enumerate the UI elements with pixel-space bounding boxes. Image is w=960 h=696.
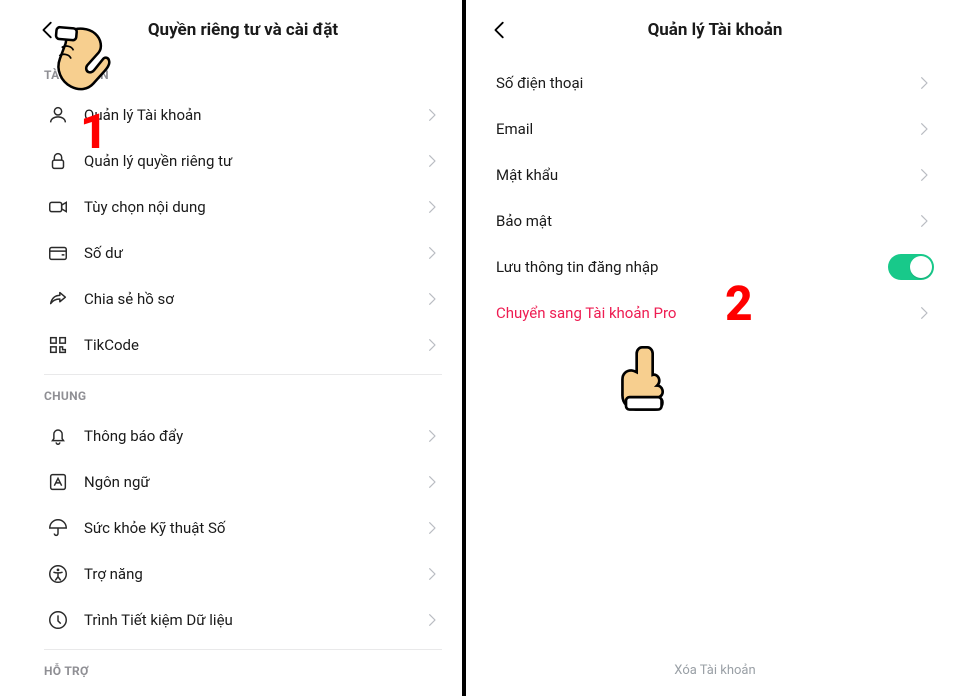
row-label: Số dư xyxy=(84,244,424,262)
section-header-general: CHUNG xyxy=(28,381,458,413)
lock-icon xyxy=(46,149,70,173)
row-label: Chuyển sang Tài khoản Pro xyxy=(496,304,916,322)
wallet-icon xyxy=(46,241,70,265)
chevron-right-icon xyxy=(424,336,442,354)
row-label: Thông báo đẩy xyxy=(84,427,424,445)
row-language[interactable]: Ngôn ngữ xyxy=(28,459,458,505)
chevron-right-icon xyxy=(424,519,442,537)
row-label: Sức khỏe Kỹ thuật Số xyxy=(84,519,424,537)
row-label: Tùy chọn nội dung xyxy=(84,198,424,216)
chevron-right-icon xyxy=(424,106,442,124)
row-switch-to-pro-account[interactable]: Chuyển sang Tài khoản Pro xyxy=(480,290,950,336)
row-accessibility[interactable]: Trợ năng xyxy=(28,551,458,597)
chevron-right-icon xyxy=(916,120,934,138)
section-support: HỖ TRỢ xyxy=(28,656,458,688)
topbar: Quyền riêng tư và cài đặt xyxy=(28,0,458,60)
row-email[interactable]: Email xyxy=(480,106,950,152)
video-icon xyxy=(46,195,70,219)
toggle-save-login[interactable] xyxy=(888,254,934,280)
back-button[interactable] xyxy=(34,16,62,44)
row-push-notifications[interactable]: Thông báo đẩy xyxy=(28,413,458,459)
language-icon xyxy=(46,470,70,494)
row-label: Ngôn ngữ xyxy=(84,473,424,491)
row-phone[interactable]: Số điện thoại xyxy=(480,60,950,106)
row-tikcode[interactable]: TikCode xyxy=(28,322,458,368)
row-label: Email xyxy=(496,120,916,138)
row-balance[interactable]: Số dư xyxy=(28,230,458,276)
section-header-support: HỖ TRỢ xyxy=(28,656,458,688)
qrcode-icon xyxy=(46,333,70,357)
delete-account-link[interactable]: Xóa Tài khoản xyxy=(480,663,950,678)
chevron-right-icon xyxy=(424,565,442,583)
row-digital-wellbeing[interactable]: Sức khỏe Kỹ thuật Số xyxy=(28,505,458,551)
row-label: Lưu thông tin đăng nhập xyxy=(496,258,888,276)
row-label: Chia sẻ hồ sơ xyxy=(84,290,424,308)
account-fields: Số điện thoại Email Mật khẩu Bảo mật Lưu… xyxy=(480,60,950,336)
row-label: Quản lý quyền riêng tư xyxy=(84,152,424,170)
row-label: Trợ năng xyxy=(84,565,424,583)
topbar: Quản lý Tài khoản xyxy=(480,0,950,60)
page-title: Quản lý Tài khoản xyxy=(648,20,783,40)
user-icon xyxy=(46,103,70,127)
bell-icon xyxy=(46,424,70,448)
row-security[interactable]: Bảo mật xyxy=(480,198,950,244)
chevron-right-icon xyxy=(424,198,442,216)
chevron-right-icon xyxy=(424,611,442,629)
chevron-right-icon xyxy=(424,473,442,491)
chevron-right-icon xyxy=(916,304,934,322)
row-save-login[interactable]: Lưu thông tin đăng nhập xyxy=(480,244,950,290)
row-data-saver[interactable]: Trình Tiết kiệm Dữ liệu xyxy=(28,597,458,643)
accessibility-icon xyxy=(46,562,70,586)
back-button[interactable] xyxy=(486,16,514,44)
section-header-account: TÀI KHOẢN xyxy=(28,60,458,92)
chevron-right-icon xyxy=(424,244,442,262)
section-general: CHUNG Thông báo đẩy Ngôn ngữ Sức khỏe Kỹ… xyxy=(28,381,458,643)
chevron-right-icon xyxy=(916,74,934,92)
step-number-1: 1 xyxy=(80,108,108,156)
row-label: Bảo mật xyxy=(496,212,916,230)
toggle-knob xyxy=(910,256,932,278)
share-icon xyxy=(46,287,70,311)
row-label: TikCode xyxy=(84,336,424,354)
chevron-right-icon xyxy=(424,290,442,308)
manage-account-screen: Quản lý Tài khoản Số điện thoại Email Mậ… xyxy=(480,0,950,696)
row-label: Mật khẩu xyxy=(496,166,916,184)
row-label: Quản lý Tài khoản xyxy=(84,106,424,124)
page-title: Quyền riêng tư và cài đặt xyxy=(148,20,338,40)
chevron-left-icon xyxy=(37,19,59,41)
chevron-right-icon xyxy=(916,166,934,184)
stage: Quyền riêng tư và cài đặt TÀI KHOẢN Quản… xyxy=(0,0,960,696)
chevron-right-icon xyxy=(916,212,934,230)
row-share-profile[interactable]: Chia sẻ hồ sơ xyxy=(28,276,458,322)
row-label: Số điện thoại xyxy=(496,74,916,92)
divider xyxy=(44,649,442,650)
chevron-right-icon xyxy=(424,427,442,445)
row-label: Trình Tiết kiệm Dữ liệu xyxy=(84,611,424,629)
divider xyxy=(44,374,442,375)
chevron-left-icon xyxy=(489,19,511,41)
umbrella-icon xyxy=(46,516,70,540)
row-password[interactable]: Mật khẩu xyxy=(480,152,950,198)
row-content-prefs[interactable]: Tùy chọn nội dung xyxy=(28,184,458,230)
step-number-2: 2 xyxy=(725,280,753,328)
chevron-right-icon xyxy=(424,152,442,170)
pane-divider xyxy=(462,0,466,696)
data-saver-icon xyxy=(46,608,70,632)
